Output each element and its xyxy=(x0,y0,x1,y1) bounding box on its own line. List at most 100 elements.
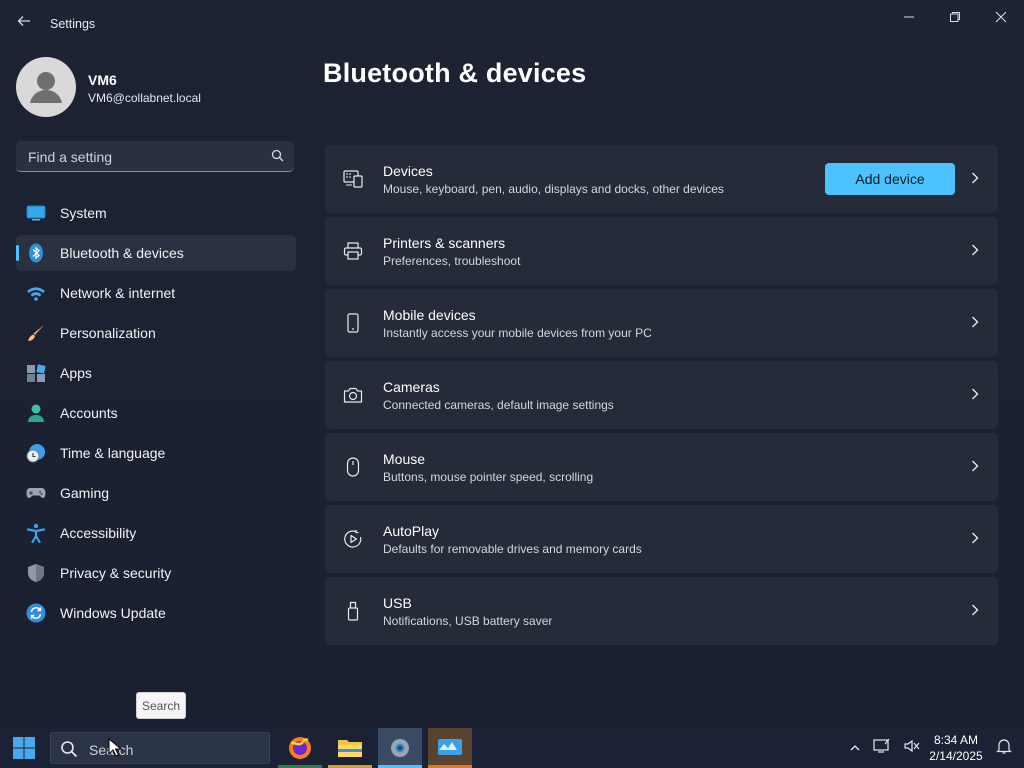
card-subtitle: Defaults for removable drives and memory… xyxy=(383,542,642,556)
brush-icon xyxy=(28,325,44,341)
accounts-icon xyxy=(28,404,44,422)
system-icon xyxy=(26,205,46,221)
clock-time: 8:34 AM xyxy=(933,733,979,747)
sidebar-item-label: System xyxy=(60,205,107,221)
sidebar-item-accounts[interactable]: Accounts xyxy=(16,395,296,431)
start-button-windows-icon[interactable] xyxy=(12,736,36,760)
sidebar-item-label: Bluetooth & devices xyxy=(60,245,184,261)
card-subtitle: Instantly access your mobile devices fro… xyxy=(383,326,652,340)
volume-muted-icon[interactable] xyxy=(902,738,922,758)
network-tray-icon[interactable] xyxy=(872,738,892,758)
sidebar-item-bluetooth-devices[interactable]: Bluetooth & devices xyxy=(16,235,296,271)
mouse-cursor-icon xyxy=(108,738,122,757)
firefox-icon xyxy=(289,737,311,759)
card-title: Cameras xyxy=(383,379,440,395)
sidebar-item-apps[interactable]: Apps xyxy=(16,355,296,391)
sidebar-item-personalization[interactable]: Personalization xyxy=(16,315,296,351)
gamepad-icon xyxy=(26,488,46,498)
shield-icon xyxy=(28,564,44,582)
file-explorer-icon xyxy=(338,740,362,757)
taskbar-app-firefox[interactable] xyxy=(278,728,322,768)
card-mouse[interactable]: Mouse Buttons, mouse pointer speed, scro… xyxy=(325,433,998,501)
taskbar-app-other[interactable] xyxy=(428,728,472,768)
card-mobile-devices[interactable]: Mobile devices Instantly access your mob… xyxy=(325,289,998,357)
user-name: VM6 xyxy=(88,72,117,88)
sidebar-item-windows-update[interactable]: Windows Update xyxy=(16,595,296,631)
phone-icon xyxy=(347,313,359,333)
sidebar-item-label: Time & language xyxy=(60,445,166,461)
notification-bell-icon[interactable] xyxy=(994,738,1014,758)
taskbar-search-box[interactable] xyxy=(50,732,270,764)
sidebar-item-privacy-security[interactable]: Privacy & security xyxy=(16,555,296,591)
card-title: Devices xyxy=(383,163,433,179)
settings-app-icon xyxy=(391,739,409,757)
avatar[interactable] xyxy=(16,57,76,117)
restore-button[interactable] xyxy=(935,6,975,28)
sidebar-item-label: Apps xyxy=(60,365,92,381)
printer-icon xyxy=(343,242,363,260)
apps-icon xyxy=(27,364,46,382)
sidebar-item-accessibility[interactable]: Accessibility xyxy=(16,515,296,551)
sidebar-item-label: Gaming xyxy=(60,485,110,501)
chevron-right-icon xyxy=(972,172,979,184)
clock-date: 2/14/2025 xyxy=(929,749,983,763)
accessibility-icon xyxy=(26,523,46,543)
app-icon xyxy=(438,739,462,755)
sidebar-item-label: Privacy & security xyxy=(60,565,172,581)
card-title: Mobile devices xyxy=(383,307,476,323)
user-silhouette-icon xyxy=(30,72,62,103)
app-title: Settings xyxy=(50,17,96,31)
taskbar-app-settings[interactable] xyxy=(378,728,422,768)
card-devices[interactable]: Devices Mouse, keyboard, pen, audio, dis… xyxy=(325,145,998,213)
card-cameras[interactable]: Cameras Connected cameras, default image… xyxy=(325,361,998,429)
taskbar-clock[interactable]: 8:34 AM 2/14/2025 xyxy=(928,732,984,764)
card-printers-scanners[interactable]: Printers & scanners Preferences, trouble… xyxy=(325,217,998,285)
card-title: Printers & scanners xyxy=(383,235,506,251)
chevron-right-icon xyxy=(972,316,979,328)
taskbar: 8:34 AM 2/14/2025 xyxy=(0,728,1024,768)
sidebar-item-label: Personalization xyxy=(60,325,156,341)
sidebar-item-gaming[interactable]: Gaming xyxy=(16,475,296,511)
mouse-icon xyxy=(346,457,360,477)
sidebar-item-system[interactable]: System xyxy=(16,195,296,231)
title-bar: Settings xyxy=(0,0,1024,48)
show-hidden-icons-chevron-up-icon[interactable] xyxy=(845,738,865,758)
minimize-button[interactable] xyxy=(889,6,929,28)
sidebar-item-label: Windows Update xyxy=(60,605,166,621)
search-icon xyxy=(61,741,78,758)
chevron-right-icon xyxy=(972,460,979,472)
sidebar-nav: System Bluetooth & devices Network & int… xyxy=(16,195,296,635)
card-title: USB xyxy=(383,595,412,611)
card-subtitle: Connected cameras, default image setting… xyxy=(383,398,614,412)
search-input[interactable] xyxy=(26,147,260,167)
search-icon xyxy=(271,149,284,162)
add-device-button[interactable]: Add device xyxy=(825,163,955,195)
sidebar-item-label: Accessibility xyxy=(60,525,137,541)
minimize-icon xyxy=(904,16,914,18)
clock-globe-icon xyxy=(26,444,45,463)
card-usb[interactable]: USB Notifications, USB battery saver xyxy=(325,577,998,645)
settings-card-list: Devices Mouse, keyboard, pen, audio, dis… xyxy=(325,145,998,649)
taskbar-app-file-explorer[interactable] xyxy=(328,728,372,768)
wifi-icon xyxy=(27,287,45,301)
find-setting-search[interactable] xyxy=(16,141,294,172)
back-arrow-icon[interactable] xyxy=(14,14,34,34)
chevron-right-icon xyxy=(972,244,979,256)
chevron-right-icon xyxy=(972,388,979,400)
page-title: Bluetooth & devices xyxy=(323,58,587,88)
card-autoplay[interactable]: AutoPlay Defaults for removable drives a… xyxy=(325,505,998,573)
devices-icon xyxy=(343,170,363,188)
sidebar-item-network-internet[interactable]: Network & internet xyxy=(16,275,296,311)
bluetooth-icon xyxy=(29,243,43,263)
card-subtitle: Notifications, USB battery saver xyxy=(383,614,553,628)
card-title: Mouse xyxy=(383,451,426,467)
settings-window: Settings VM6 VM6@collabnet.local System xyxy=(0,0,1024,728)
sidebar-item-label: Network & internet xyxy=(60,285,176,301)
user-email: VM6@collabnet.local xyxy=(88,91,201,105)
card-title: AutoPlay xyxy=(383,523,440,539)
close-button[interactable] xyxy=(981,6,1021,28)
usb-icon xyxy=(347,601,359,621)
camera-icon xyxy=(343,387,363,403)
autoplay-icon xyxy=(344,530,362,548)
sidebar-item-time-language[interactable]: Time & language xyxy=(16,435,296,471)
